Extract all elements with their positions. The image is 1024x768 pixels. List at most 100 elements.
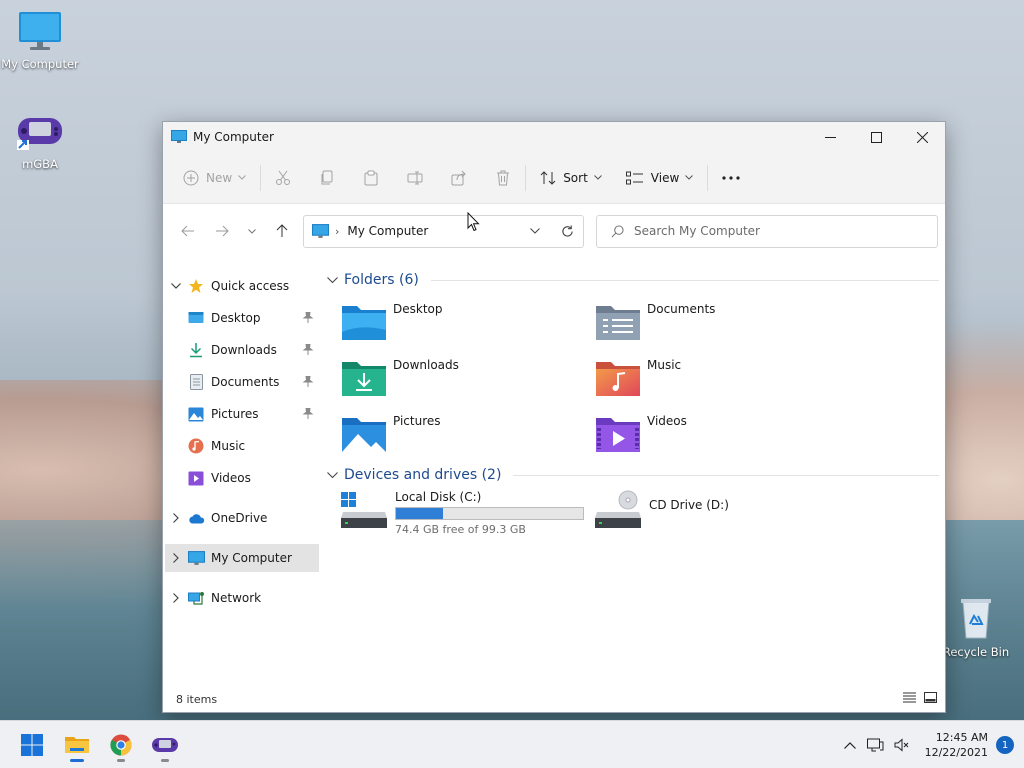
expand-chevron[interactable] xyxy=(165,513,187,523)
taskbar-mgba[interactable] xyxy=(145,727,185,763)
forward-button[interactable] xyxy=(205,215,239,247)
nav-item-desktop[interactable]: Desktop xyxy=(165,304,319,332)
nav-item-documents[interactable]: Documents xyxy=(165,368,319,396)
plus-circle-icon xyxy=(183,170,199,185)
drives-group-header[interactable]: Devices and drives (2) xyxy=(327,463,939,487)
folder-tile-documents[interactable]: Documents xyxy=(595,302,845,344)
breadcrumb-item[interactable]: My Computer xyxy=(347,224,428,238)
new-button[interactable]: New xyxy=(173,160,256,196)
chevron-right-icon xyxy=(173,593,179,603)
view-button[interactable]: View xyxy=(616,160,703,196)
nav-network[interactable]: Network xyxy=(165,584,319,612)
desktop-icon-my-computer[interactable]: My Computer xyxy=(0,10,80,71)
pin-icon xyxy=(302,343,314,355)
folder-tile-desktop[interactable]: Desktop xyxy=(341,302,591,344)
window-title: My Computer xyxy=(193,130,274,144)
downloads-folder-icon xyxy=(342,362,386,396)
folder-tile-pictures[interactable]: Pictures xyxy=(341,414,591,456)
large-icons-view-button[interactable] xyxy=(924,692,937,706)
network-status-button[interactable] xyxy=(863,738,889,753)
pin-icon xyxy=(302,407,314,419)
more-options-button[interactable] xyxy=(712,160,750,196)
document-icon xyxy=(189,374,203,390)
share-button[interactable] xyxy=(441,160,477,196)
start-button[interactable] xyxy=(12,727,52,763)
clipboard-icon xyxy=(364,170,378,185)
nav-my-computer[interactable]: My Computer xyxy=(165,544,319,572)
system-tray: 12:45 AM 12/22/2021 1 xyxy=(837,721,1024,768)
delete-button[interactable] xyxy=(485,160,521,196)
chevron-down-icon xyxy=(685,175,694,180)
nav-label: OneDrive xyxy=(211,511,268,525)
taskbar-file-explorer[interactable] xyxy=(57,727,97,763)
rename-icon xyxy=(407,171,423,184)
notification-badge[interactable]: 1 xyxy=(996,736,1014,754)
title-bar[interactable]: My Computer xyxy=(163,122,945,152)
item-count: 8 items xyxy=(176,692,218,706)
music-folder-icon xyxy=(596,362,640,396)
rename-button[interactable] xyxy=(397,160,433,196)
sort-button[interactable]: Sort xyxy=(530,160,612,196)
folder-tile-downloads[interactable]: Downloads xyxy=(341,358,591,400)
taskbar-chrome[interactable] xyxy=(101,727,141,763)
nav-item-videos[interactable]: Videos xyxy=(165,464,319,492)
group-title: Devices and drives (2) xyxy=(344,467,502,483)
drive-free-space: 74.4 GB free of 99.3 GB xyxy=(395,523,526,536)
close-button[interactable] xyxy=(899,122,945,152)
address-dropdown-button[interactable] xyxy=(519,228,551,234)
folders-group-header[interactable]: Folders (6) xyxy=(327,268,939,292)
video-icon xyxy=(188,471,204,485)
command-bar: New Sort View xyxy=(163,152,945,204)
nav-label: Pictures xyxy=(211,407,259,421)
folder-tile-music[interactable]: Music xyxy=(595,358,845,400)
address-bar[interactable]: › My Computer xyxy=(303,214,584,248)
desktop-folder-icon xyxy=(188,312,204,323)
network-icon xyxy=(187,591,204,605)
documents-folder-icon xyxy=(596,306,640,340)
view-list-icon xyxy=(625,171,643,184)
search-input[interactable] xyxy=(634,224,924,238)
collapse-chevron[interactable] xyxy=(165,283,187,289)
volume-button[interactable] xyxy=(889,738,915,752)
chevron-down-icon xyxy=(248,228,256,234)
desktop-icon-recycle-bin[interactable]: Recycle Bin xyxy=(936,596,1016,659)
minimize-button[interactable] xyxy=(807,122,853,152)
nav-onedrive[interactable]: OneDrive xyxy=(165,504,319,532)
nav-item-downloads[interactable]: Downloads xyxy=(165,336,319,364)
desktop-icon-mgba[interactable]: mGBA xyxy=(0,112,80,171)
expand-chevron[interactable] xyxy=(165,553,187,563)
folder-tile-videos[interactable]: Videos xyxy=(595,414,845,456)
cut-button[interactable] xyxy=(265,160,301,196)
recent-locations-button[interactable] xyxy=(239,215,265,247)
up-button[interactable] xyxy=(265,215,299,247)
nav-item-pictures[interactable]: Pictures xyxy=(165,400,319,428)
nav-quick-access[interactable]: Quick access xyxy=(165,272,319,300)
drive-tile-local-disk-c[interactable]: Local Disk (C:) 74.4 GB free of 99.3 GB xyxy=(341,490,601,540)
star-icon xyxy=(189,279,203,293)
chevron-up-icon xyxy=(843,741,856,749)
folder-label: Documents xyxy=(647,302,716,316)
drive-tile-cd-drive-d[interactable]: CD Drive (D:) xyxy=(595,490,845,540)
paste-button[interactable] xyxy=(353,160,389,196)
details-view-button[interactable] xyxy=(903,692,916,706)
nav-label: Music xyxy=(211,439,246,453)
search-box[interactable] xyxy=(596,214,938,248)
status-bar: 8 items xyxy=(163,686,945,712)
cd-drive-icon xyxy=(595,490,641,528)
group-title: Folders (6) xyxy=(344,272,419,288)
back-button[interactable] xyxy=(171,215,205,247)
maximize-button[interactable] xyxy=(853,122,899,152)
copy-button[interactable] xyxy=(309,160,345,196)
nav-label: My Computer xyxy=(211,551,292,565)
folder-label: Downloads xyxy=(393,358,459,372)
nav-item-music[interactable]: Music xyxy=(165,432,319,460)
hard-drive-icon xyxy=(341,492,387,528)
view-label: View xyxy=(650,170,680,185)
expand-chevron[interactable] xyxy=(165,593,187,603)
refresh-button[interactable] xyxy=(551,224,583,238)
more-icon xyxy=(722,175,740,180)
arrow-left-icon xyxy=(181,225,194,237)
nav-label: Documents xyxy=(211,375,280,389)
clock[interactable]: 12:45 AM 12/22/2021 xyxy=(925,730,988,760)
show-hidden-icons-button[interactable] xyxy=(837,741,863,749)
